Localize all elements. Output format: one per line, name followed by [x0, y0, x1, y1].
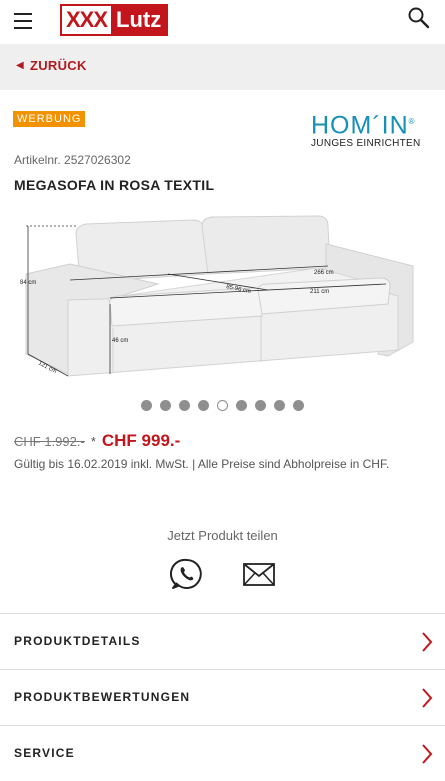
chevron-right-icon: [422, 688, 433, 708]
product-title: MEGASOFA IN ROSA TEXTIL: [14, 177, 215, 193]
chevron-left-icon: ◀: [16, 60, 24, 71]
accordion-label: PRODUKTBEWERTUNGEN: [14, 690, 191, 704]
gallery-dot[interactable]: [217, 400, 228, 411]
share-icons: [0, 557, 445, 591]
price-block: CHF 1.992.- * CHF 999.-: [14, 431, 180, 451]
accordion-service[interactable]: SERVICE: [0, 725, 445, 781]
back-label: ZURÜCK: [30, 58, 87, 73]
gallery-dot[interactable]: [274, 400, 285, 411]
article-number: Artikelnr. 2527026302: [14, 153, 131, 167]
back-bar: ◀ ZURÜCK: [0, 44, 445, 90]
xxxlutz-logo[interactable]: XXX Lutz: [60, 4, 169, 36]
gallery-dot[interactable]: [198, 400, 209, 411]
ad-badge: WERBUNG: [13, 111, 86, 127]
dim-seat-height-label: 46 cm: [112, 338, 128, 344]
accordion-produktdetails[interactable]: PRODUKTDETAILS: [0, 613, 445, 669]
whatsapp-icon[interactable]: [169, 557, 204, 591]
dim-seat-width-label: 211 cm: [310, 289, 329, 295]
mail-icon[interactable]: [242, 557, 276, 591]
chevron-right-icon: [422, 744, 433, 764]
gallery-pagination: [0, 400, 445, 411]
price-asterisk: *: [90, 434, 96, 449]
hamburger-menu-icon[interactable]: [14, 11, 36, 31]
brand-registered: ®: [408, 117, 416, 126]
logo-xxx: XXX: [62, 6, 112, 34]
top-header: XXX Lutz: [0, 0, 445, 44]
back-link[interactable]: ◀ ZURÜCK: [16, 58, 87, 73]
current-price: CHF 999.-: [101, 431, 181, 450]
brand-tagline: JUNGES EINRICHTEN: [311, 138, 421, 150]
dim-height-label: 84 cm: [20, 280, 36, 286]
share-label: Jetzt Produkt teilen: [167, 528, 278, 543]
chevron-right-icon: [422, 632, 433, 652]
accordion-label: SERVICE: [14, 746, 75, 760]
price-validity-note: Gültig bis 16.02.2019 inkl. MwSt. | Alle…: [14, 457, 390, 471]
product-image[interactable]: 84 cm 121 cm 85-96 cm 266 cm 211 cm 46 c…: [18, 204, 428, 388]
gallery-dot[interactable]: [141, 400, 152, 411]
accordion-label: PRODUKTDETAILS: [14, 634, 141, 648]
gallery-dot[interactable]: [179, 400, 190, 411]
old-price: CHF 1.992.-: [14, 434, 85, 449]
accordion-produktbewertungen[interactable]: PRODUKTBEWERTUNGEN: [0, 669, 445, 725]
gallery-dot[interactable]: [236, 400, 247, 411]
brand-name: HOM´IN: [311, 111, 409, 140]
gallery-dot[interactable]: [255, 400, 266, 411]
gallery-dot[interactable]: [160, 400, 171, 411]
gallery-dot[interactable]: [293, 400, 304, 411]
brand-logo[interactable]: HOM´IN® JUNGES EINRICHTEN: [311, 109, 431, 149]
logo-lutz: Lutz: [111, 6, 167, 34]
dim-width-total-label: 266 cm: [314, 270, 334, 276]
search-icon[interactable]: [407, 6, 431, 30]
